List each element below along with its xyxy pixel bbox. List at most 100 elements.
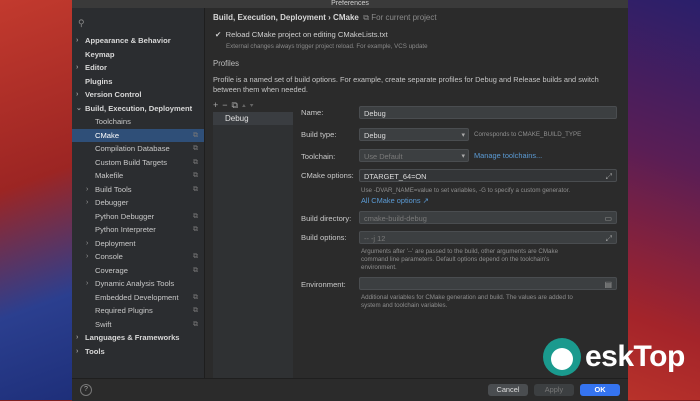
sidebar-item[interactable]: › Dynamic Analysis Tools	[72, 277, 204, 291]
sidebar-item[interactable]: › Tools	[72, 345, 204, 359]
sidebar-item-label: Compilation Database	[95, 144, 170, 153]
reload-cmake-label: Reload CMake project on editing CMakeLis…	[225, 30, 388, 39]
build-type-label: Build type:	[301, 130, 337, 139]
name-field[interactable]: Debug	[359, 106, 617, 119]
cmake-options-field[interactable]: DTARGET_64=ON ⤢	[359, 169, 617, 182]
project-scope-icon: ⧉	[193, 185, 198, 193]
project-scope-icon: ⧉	[193, 145, 198, 152]
chevron-right-icon[interactable]: ›	[86, 196, 88, 210]
chevron-down-icon: ▾	[461, 153, 465, 160]
sidebar-item[interactable]: Custom Build Targets ⧉	[72, 156, 204, 170]
desktop-logo: eskTop	[543, 336, 697, 382]
sidebar-item-label: Toolchains	[95, 117, 131, 126]
sidebar-item-label: Build, Execution, Deployment	[85, 103, 193, 113]
reload-cmake-hint: External changes always trigger project …	[226, 43, 428, 50]
all-cmake-options-link[interactable]: All CMake options ↗	[361, 196, 429, 205]
sidebar-item-label: Python Debugger	[95, 211, 155, 221]
sidebar-item[interactable]: CMake ⧉	[72, 128, 204, 142]
sidebar-item[interactable]: Plugins	[72, 75, 204, 89]
sidebar-item-label: Makefile	[95, 171, 124, 180]
ok-button[interactable]: OK	[580, 384, 620, 396]
chevron-right-icon[interactable]: ›	[86, 183, 88, 197]
build-type-select[interactable]: Debug ▾	[359, 128, 469, 141]
help-button[interactable]: ?	[80, 384, 92, 396]
breadcrumb: Build, Execution, Deployment › CMake ⧉ F…	[213, 13, 437, 23]
chevron-right-icon[interactable]: ›	[76, 88, 78, 102]
build-options-hint: Arguments after '--' are passed to the b…	[361, 248, 559, 271]
breadcrumb-separator: ›	[328, 13, 331, 22]
build-options-field[interactable]: -- -j 12 ⤢	[359, 231, 617, 244]
search-icon: ⚲	[78, 18, 85, 28]
add-profile-icon[interactable]: +	[213, 100, 222, 110]
sidebar-item[interactable]: › Languages & Frameworks	[72, 331, 204, 345]
sidebar-item-label: Debugger	[95, 198, 129, 207]
environment-field[interactable]: ▤	[359, 277, 617, 290]
sidebar-item[interactable]: Required Plugins ⧉	[72, 304, 204, 318]
sidebar-item[interactable]: Swift ⧉	[72, 318, 204, 332]
sidebar-item[interactable]: › Console ⧉	[72, 250, 204, 264]
project-scope-icon: ⧉	[193, 293, 198, 301]
chevron-right-icon[interactable]: ›	[76, 331, 78, 345]
sidebar-item-label: Embedded Development	[95, 292, 179, 302]
sidebar-item-label: CMake	[95, 130, 120, 140]
sidebar-item[interactable]: › Appearance & Behavior	[72, 34, 204, 48]
cmake-options-hint: Use -DVAR_NAME=value to set variables, -…	[361, 187, 571, 194]
breadcrumb-parent: Build, Execution, Deployment	[213, 13, 326, 22]
cancel-button[interactable]: Cancel	[488, 384, 528, 396]
profiles-description: Profile is a named set of build options.…	[213, 75, 599, 94]
desktop-wallpaper-left	[0, 0, 72, 400]
folder-icon[interactable]: ▭	[604, 212, 612, 225]
reload-cmake-checkbox[interactable]: ✔ Reload CMake project on editing CMakeL…	[215, 30, 428, 50]
sidebar-item-label: Deployment	[95, 238, 136, 248]
sidebar-item-label: Plugins	[85, 76, 113, 86]
sidebar-item[interactable]: › Debugger	[72, 196, 204, 210]
chevron-down-icon[interactable]: ⌄	[76, 102, 82, 116]
sidebar-item-label: Custom Build Targets	[95, 157, 168, 167]
sidebar-item-label: Console	[95, 252, 123, 261]
apply-button[interactable]: Apply	[534, 384, 574, 396]
chevron-right-icon[interactable]: ›	[86, 277, 88, 291]
sidebar-item[interactable]: Embedded Development ⧉	[72, 291, 204, 305]
sidebar-item-label: Build Tools	[95, 184, 132, 194]
project-scope-icon: ⧉	[193, 212, 198, 220]
sidebar-item[interactable]: Python Interpreter ⧉	[72, 223, 204, 237]
environment-hint: Additional variables for CMake generatio…	[361, 294, 573, 309]
toolchain-value: Use Default	[364, 152, 403, 161]
settings-search-input[interactable]: ⚲	[76, 16, 200, 30]
sidebar-item[interactable]: › Editor	[72, 61, 204, 75]
project-scope-icon: ⧉	[193, 307, 198, 314]
move-down-icon[interactable]: ▾	[250, 100, 258, 110]
sidebar-item[interactable]: › Version Control	[72, 88, 204, 102]
toolchain-select[interactable]: Use Default ▾	[359, 149, 469, 162]
move-up-icon[interactable]: ▴	[242, 100, 250, 110]
remove-profile-icon[interactable]: −	[222, 100, 231, 110]
chevron-down-icon: ▾	[461, 132, 465, 139]
chevron-right-icon[interactable]: ›	[86, 237, 88, 251]
expand-icon[interactable]: ⤢	[606, 232, 612, 245]
name-label: Name:	[301, 108, 324, 117]
chevron-right-icon[interactable]: ›	[76, 345, 78, 359]
sidebar-item-label: Swift	[95, 319, 112, 329]
chevron-right-icon[interactable]: ›	[76, 61, 78, 75]
sidebar-item[interactable]: › Deployment	[72, 237, 204, 251]
sidebar-item[interactable]: Toolchains	[72, 115, 204, 129]
toolchain-label: Toolchain:	[301, 152, 336, 161]
build-directory-value: cmake-build-debug	[364, 214, 427, 223]
build-directory-field[interactable]: cmake-build-debug ▭	[359, 211, 617, 224]
manage-toolchains-link[interactable]: Manage toolchains...	[474, 151, 542, 160]
sidebar-item[interactable]: Coverage ⧉	[72, 264, 204, 278]
sidebar-item[interactable]: › Build Tools ⧉	[72, 183, 204, 197]
chevron-right-icon[interactable]: ›	[86, 250, 88, 264]
sidebar-item[interactable]: Keymap	[72, 48, 204, 62]
expand-icon[interactable]: ⤢	[606, 170, 612, 183]
sidebar-item[interactable]: Makefile ⧉	[72, 169, 204, 183]
sidebar-item[interactable]: ⌄ Build, Execution, Deployment	[72, 102, 204, 116]
chevron-right-icon[interactable]: ›	[76, 34, 78, 48]
edit-list-icon[interactable]: ▤	[604, 278, 612, 291]
build-type-value: Debug	[364, 131, 386, 140]
project-scope-icon: ⧉	[361, 13, 370, 22]
sidebar-item[interactable]: Python Debugger ⧉	[72, 210, 204, 224]
sidebar-item[interactable]: Compilation Database ⧉	[72, 142, 204, 156]
profile-item-debug[interactable]: Debug	[213, 112, 293, 125]
copy-profile-icon[interactable]: ⧉	[232, 100, 242, 110]
